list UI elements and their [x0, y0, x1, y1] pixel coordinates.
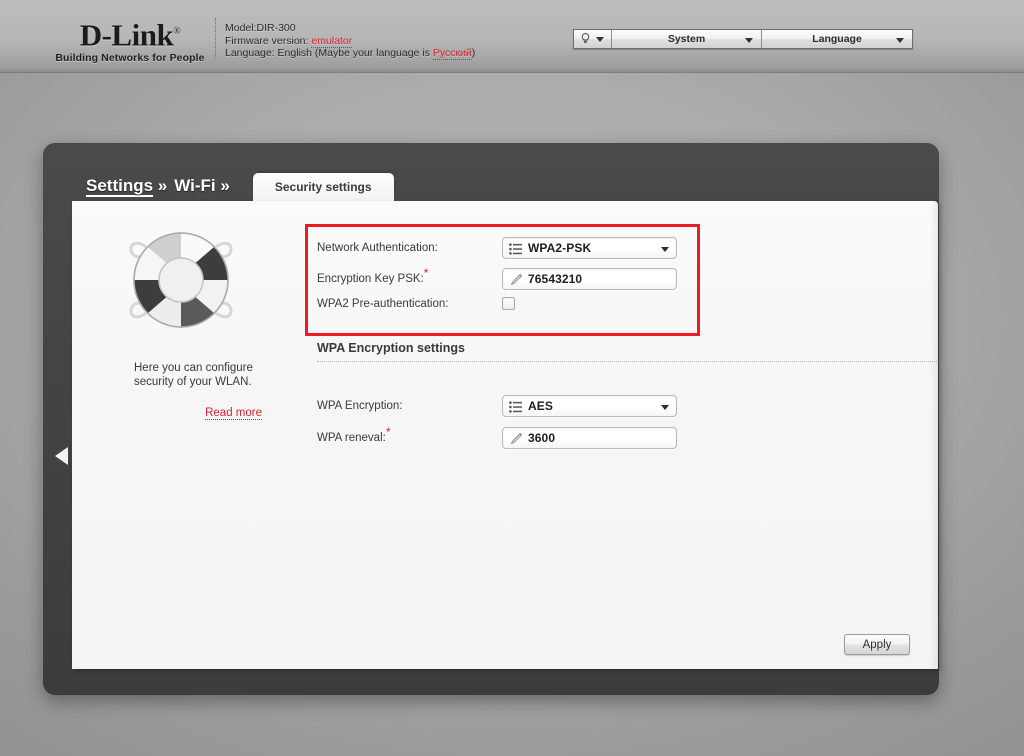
field-wpa-renewal: WPA reneval:* 3600 [317, 426, 677, 449]
apply-button[interactable]: Apply [844, 634, 910, 655]
read-more-link[interactable]: Read more [102, 407, 262, 420]
model-line: Model:DIR-300 [225, 22, 475, 35]
breadcrumb-separator: » [220, 176, 230, 195]
breadcrumb-settings[interactable]: Settings » [86, 176, 167, 201]
section-divider [317, 361, 937, 362]
encryption-key-value: 76543210 [528, 272, 583, 286]
wpa-renewal-label-text: WPA reneval: [317, 432, 386, 444]
chevron-down-icon [661, 405, 669, 410]
notifications-button[interactable] [574, 30, 612, 48]
breadcrumb-separator: » [157, 176, 168, 195]
network-auth-value: WPA2-PSK [528, 241, 592, 255]
wpa-renewal-label: WPA reneval:* [317, 426, 502, 444]
language-prefix: Language: English (Maybe your language i… [225, 47, 430, 59]
network-auth-select[interactable]: WPA2-PSK [502, 237, 677, 259]
model-label: Model: [225, 22, 257, 34]
model-value: DIR-300 [256, 22, 296, 34]
firmware-label: Firmware version: [225, 34, 309, 47]
help-description: Here you can configure security of your … [134, 362, 253, 388]
encryption-key-input[interactable]: 76543210 [502, 268, 677, 290]
list-icon [509, 243, 522, 255]
wpa-encryption-section-header: WPA Encryption settings [317, 341, 937, 362]
system-menu-button[interactable]: System [612, 30, 762, 48]
preauth-checkbox[interactable] [502, 297, 515, 310]
language-menu-label: Language [812, 33, 862, 45]
breadcrumb-settings-label: Settings [86, 176, 154, 197]
read-more-label: Read more [205, 407, 262, 420]
chevron-down-icon [745, 38, 753, 43]
language-line: Language: English (Maybe your language i… [225, 47, 475, 60]
logo-tagline: Building Networks for People [55, 52, 205, 65]
chevron-down-icon [596, 36, 604, 42]
content-panel: Here you can configure security of your … [72, 201, 938, 669]
pencil-icon [510, 432, 523, 445]
field-network-authentication: Network Authentication: WPA2-PSK [317, 237, 677, 259]
logo-wordmark: D-Link® [80, 16, 181, 51]
language-suffix: ) [471, 47, 476, 59]
encryption-key-label: Encryption Key PSK:* [317, 267, 502, 285]
russian-language-link[interactable]: Русский [432, 47, 472, 60]
field-wpa-encryption: WPA Encryption: AES [317, 395, 677, 417]
wpa-encryption-select[interactable]: AES [502, 395, 677, 417]
required-marker: * [423, 266, 429, 281]
chevron-down-icon [661, 247, 669, 252]
tab-security-settings[interactable]: Security settings [252, 173, 394, 201]
header-divider [215, 18, 216, 58]
firmware-value-link[interactable]: emulator [311, 34, 353, 48]
help-sidebar: Here you can configure security of your … [102, 215, 292, 420]
dlink-logo: D-Link® Building Networks for People [50, 16, 210, 65]
system-menu-label: System [667, 33, 706, 45]
wpa-renewal-input[interactable]: 3600 [502, 427, 677, 449]
field-encryption-key: Encryption Key PSK:* 76543210 [317, 267, 677, 290]
lightbulb-icon [581, 33, 590, 43]
page-header: D-Link® Building Networks for People Mod… [0, 0, 1024, 73]
main-window-frame: Settings » Wi-Fi » Security settings Her… [43, 143, 939, 695]
language-menu-button[interactable]: Language [762, 30, 912, 48]
field-wpa2-preauthentication: WPA2 Pre-authentication: [317, 297, 677, 310]
header-controls: System Language [573, 29, 913, 49]
firmware-line: Firmware version: emulator [225, 34, 475, 48]
list-icon [509, 401, 522, 413]
wpa-encryption-label: WPA Encryption: [317, 400, 403, 412]
wpa-renewal-value: 3600 [528, 431, 556, 445]
required-marker: * [385, 425, 391, 440]
wpa-encryption-value: AES [528, 399, 553, 413]
sidebar-collapse-arrow-icon[interactable] [51, 443, 73, 469]
encryption-key-label-text: Encryption Key PSK: [317, 273, 424, 285]
device-info: Model:DIR-300 Firmware version: emulator… [225, 22, 475, 60]
breadcrumb-tabbar: Settings » Wi-Fi » Security settings [86, 167, 394, 201]
pencil-icon [510, 273, 523, 286]
breadcrumb-wifi-label: Wi-Fi [174, 176, 216, 195]
preauth-label: WPA2 Pre-authentication: [317, 297, 449, 310]
breadcrumb-wifi[interactable]: Wi-Fi » [174, 176, 230, 201]
section-title: WPA Encryption settings [317, 341, 465, 355]
chevron-down-icon [896, 38, 904, 43]
network-auth-label: Network Authentication: [317, 242, 438, 254]
registered-trademark-icon: ® [173, 26, 181, 37]
preauth-checkbox-wrap [502, 297, 677, 310]
logo-text: D-Link [79, 17, 174, 53]
lifebuoy-icon [129, 232, 233, 328]
